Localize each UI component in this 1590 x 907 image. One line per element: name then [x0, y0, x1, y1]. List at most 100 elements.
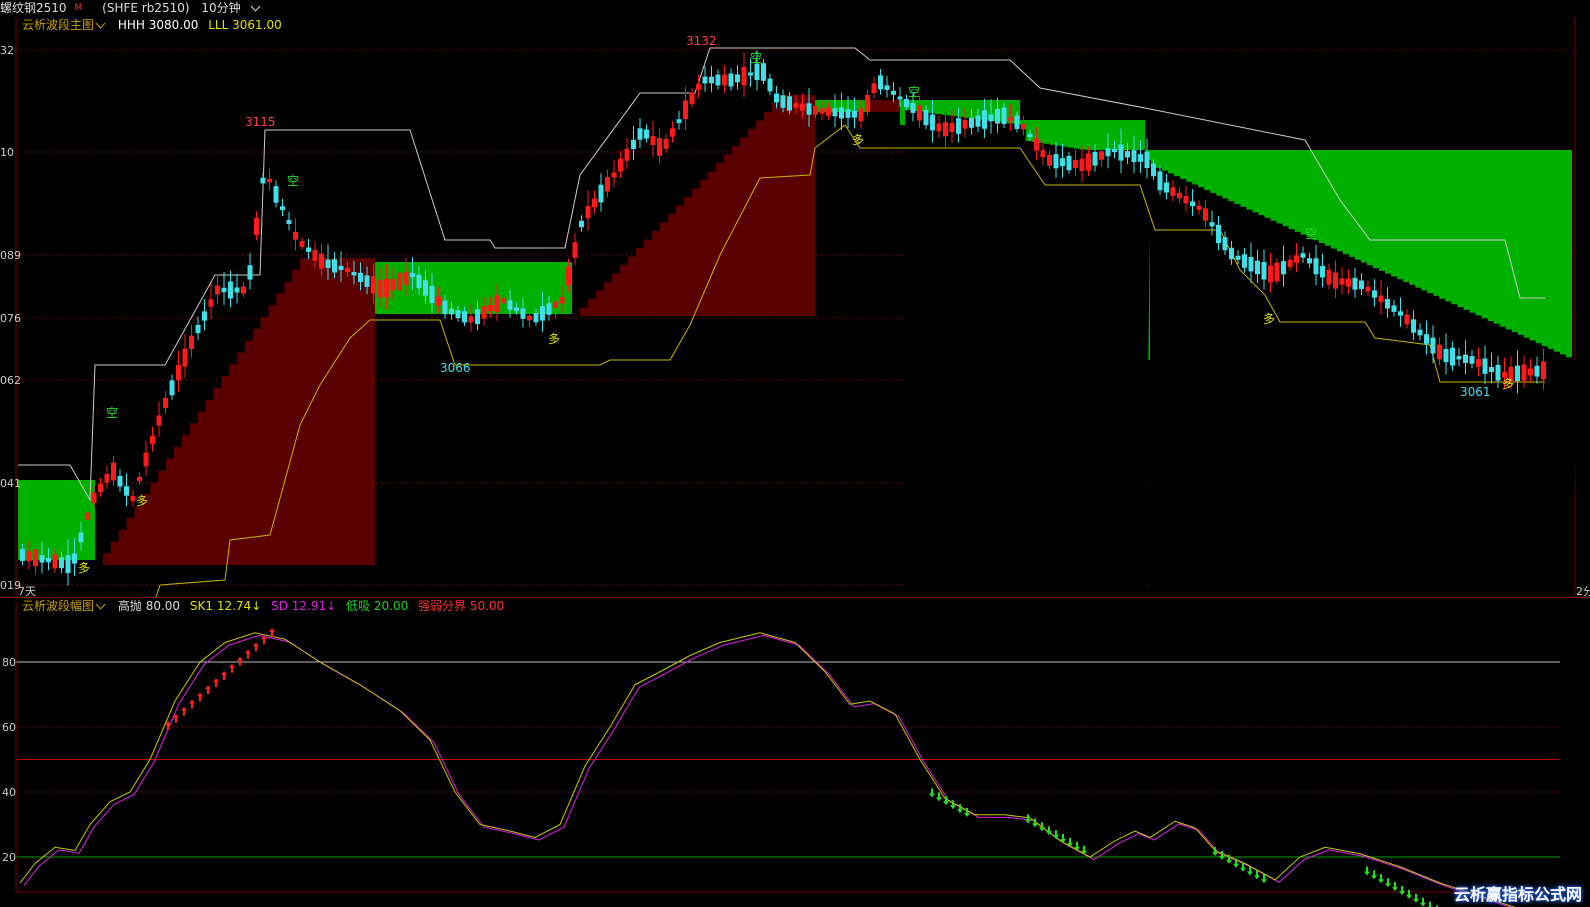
sub-chart[interactable]: 80 60 40 20	[0, 602, 1590, 907]
candle-body	[1417, 329, 1423, 336]
candle-body	[1398, 311, 1403, 316]
duo-signal: 多	[548, 332, 560, 346]
candle-body	[689, 92, 695, 105]
candle-body	[130, 495, 136, 502]
candle-body	[728, 73, 734, 87]
candle-body	[1463, 354, 1468, 364]
candle-body	[442, 300, 448, 315]
candle-body	[111, 462, 116, 481]
kong-signal: 空	[1305, 227, 1317, 241]
candle-body	[1086, 153, 1091, 171]
candle-body	[104, 473, 110, 483]
y-axis-label: 041	[0, 477, 21, 490]
candle-body	[813, 105, 818, 115]
candle-body	[579, 220, 584, 228]
candle-body	[975, 115, 981, 127]
up-arrow-icon	[221, 670, 227, 680]
candle-body	[1268, 265, 1273, 283]
down-arrow-icon	[1378, 874, 1384, 884]
candle-body	[936, 123, 942, 132]
down-arrow-icon	[1039, 822, 1045, 832]
up-arrow-icon	[229, 663, 235, 673]
down-arrow-icon	[1385, 878, 1391, 888]
candle-body	[332, 259, 337, 273]
candle-body	[670, 128, 675, 137]
candle-body	[683, 100, 688, 120]
duo-signal: 多	[78, 561, 90, 575]
candle-body	[429, 285, 435, 304]
candle-body	[702, 76, 708, 84]
down-arrow-icon	[1406, 889, 1412, 899]
candle-body	[468, 316, 474, 323]
candle-body	[1476, 359, 1481, 367]
candle-body	[455, 310, 461, 319]
candle-body	[1222, 237, 1228, 251]
candle-body	[1151, 163, 1156, 177]
candle-body	[1359, 280, 1364, 290]
candle-body	[533, 313, 539, 323]
duo-signal: 多	[852, 133, 864, 147]
up-arrow-icon	[245, 649, 251, 659]
duo-signal: 多	[136, 494, 148, 508]
candle-body	[852, 110, 857, 118]
down-arrow-icon	[936, 792, 942, 802]
candle-body	[325, 259, 331, 268]
candle-body	[410, 272, 415, 278]
candle-body	[1411, 319, 1416, 333]
candle-body	[806, 103, 812, 115]
candle-body	[904, 98, 909, 108]
candle-body	[546, 303, 552, 315]
candle-body	[1482, 358, 1488, 374]
candle-body	[1157, 171, 1163, 191]
candle-body	[910, 102, 916, 113]
candle-body	[917, 104, 922, 121]
down-arrow-icon	[1420, 897, 1426, 907]
candle-body	[176, 365, 181, 381]
candle-body	[33, 549, 38, 567]
dark-stairs	[1020, 140, 1151, 598]
candle-body	[754, 63, 760, 81]
duo-signal: 多	[1263, 312, 1275, 326]
candle-body	[1248, 257, 1254, 272]
candle-body	[267, 178, 272, 183]
sk1-line	[19, 632, 1516, 907]
candle-body	[1209, 222, 1215, 227]
candle-body	[345, 267, 350, 273]
y-axis-label: 10	[0, 146, 14, 159]
candle-body	[1177, 192, 1182, 199]
candle-body	[969, 117, 974, 128]
candle-body	[1047, 154, 1052, 166]
candle-body	[1333, 272, 1338, 289]
candle-body	[676, 119, 682, 124]
candle-body	[605, 177, 610, 192]
candle-body	[156, 415, 162, 426]
up-arrow-icon	[197, 692, 203, 702]
candle-body	[351, 271, 357, 276]
kong-signal: 空	[287, 174, 299, 188]
candle-body	[1404, 314, 1410, 325]
candle-body	[423, 280, 428, 296]
candle-body	[143, 452, 149, 467]
down-arrow-icon	[1053, 830, 1059, 840]
peak-label: 3066	[440, 361, 471, 375]
candle-body	[930, 114, 935, 131]
candle-body	[871, 83, 877, 94]
peak-label: 3061	[1460, 385, 1491, 399]
candle-body	[1541, 361, 1546, 380]
candle-body	[1261, 261, 1267, 280]
candle-body	[98, 483, 103, 493]
main-chart[interactable]: 3115313230663061空空空空空多多多多多多 321008907606…	[0, 0, 1590, 598]
candle-body	[280, 206, 285, 211]
candle-body	[1528, 368, 1533, 376]
duo-signal: 多	[1502, 377, 1514, 391]
y-axis-label: 20	[2, 851, 16, 864]
candle-body	[585, 205, 591, 219]
down-arrow-icon	[1392, 882, 1398, 892]
candle-body	[826, 107, 831, 116]
candle-body	[650, 135, 656, 146]
candle-body	[1125, 151, 1130, 158]
candle-body	[1255, 260, 1260, 275]
y-axis-label: 40	[2, 786, 16, 799]
candle-body	[46, 558, 51, 563]
candle-body	[1456, 356, 1462, 360]
